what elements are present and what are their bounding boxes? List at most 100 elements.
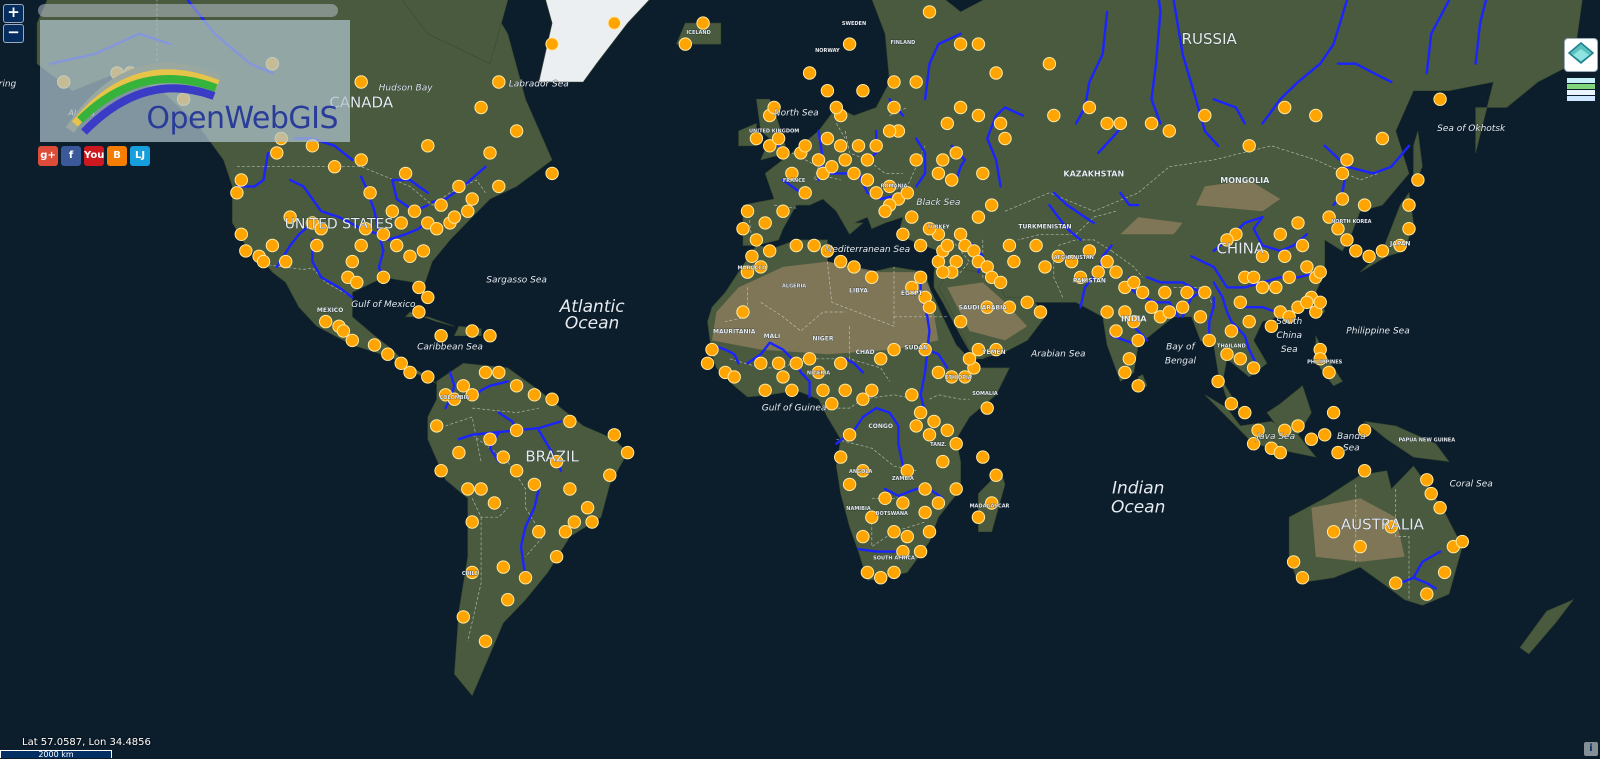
point-marker[interactable] [913,270,928,284]
point-marker[interactable] [1273,445,1288,460]
facebook-icon[interactable]: f [61,146,81,166]
point-marker[interactable] [545,37,559,51]
point-marker[interactable] [842,477,857,492]
point-marker[interactable] [270,146,284,160]
zoom-out-button[interactable]: − [3,24,24,43]
point-marker[interactable] [492,179,506,194]
point-marker[interactable] [381,347,395,361]
point-marker[interactable] [816,383,830,397]
point-marker[interactable] [1273,227,1288,242]
point-marker[interactable] [802,352,817,366]
point-marker[interactable] [1100,254,1114,269]
point-marker[interactable] [1002,238,1017,253]
point-marker[interactable] [834,254,848,269]
point-marker[interactable] [421,290,435,305]
point-marker[interactable] [820,131,835,146]
point-marker[interactable] [1135,285,1150,300]
point-marker[interactable] [758,216,772,230]
point-marker[interactable] [811,153,826,167]
point-marker[interactable] [1162,305,1177,319]
point-marker[interactable] [1340,233,1354,247]
point-marker[interactable] [851,139,866,153]
point-marker[interactable] [776,146,790,160]
point-marker[interactable] [1402,222,1416,236]
point-marker[interactable] [856,84,870,98]
point-marker[interactable] [936,153,950,167]
point-marker[interactable] [993,275,1008,290]
point-marker[interactable] [487,496,502,510]
point-marker[interactable] [860,565,875,580]
point-marker[interactable] [909,75,923,89]
zoom-in-button[interactable]: + [3,4,24,23]
point-marker[interactable] [918,505,932,520]
point-marker[interactable] [532,525,546,539]
point-marker[interactable] [927,414,941,429]
point-marker[interactable] [527,388,542,402]
point-marker[interactable] [971,37,986,51]
point-marker[interactable] [563,482,577,496]
point-marker[interactable] [1238,405,1252,420]
point-marker[interactable] [922,5,937,19]
point-marker[interactable] [394,216,408,230]
point-marker[interactable] [842,428,857,442]
point-marker[interactable] [620,445,635,460]
point-marker[interactable] [878,204,892,218]
point-marker[interactable] [367,338,382,352]
point-marker[interactable] [838,383,852,397]
point-marker[interactable] [492,75,506,89]
point-marker[interactable] [385,204,399,218]
point-marker[interactable] [461,482,475,496]
point-marker[interactable] [421,370,435,384]
point-marker[interactable] [798,139,812,153]
point-marker[interactable] [847,166,861,181]
point-marker[interactable] [1220,347,1234,361]
point-marker[interactable] [909,153,923,167]
point-marker[interactable] [789,356,803,370]
point-marker[interactable] [953,314,968,329]
point-marker[interactable] [1282,270,1296,284]
point-marker[interactable] [549,550,564,564]
point-marker[interactable] [327,160,342,174]
point-marker[interactable] [1340,153,1354,167]
point-marker[interactable] [465,515,479,529]
point-marker[interactable] [1242,314,1256,329]
point-marker[interactable] [447,210,462,224]
point-marker[interactable] [1224,324,1239,338]
point-marker[interactable] [1113,116,1128,131]
point-marker[interactable] [434,329,448,343]
point-marker[interactable] [727,370,741,384]
point-marker[interactable] [869,139,883,153]
point-marker[interactable] [949,437,963,451]
point-marker[interactable] [940,423,954,437]
point-marker[interactable] [345,254,359,269]
point-marker[interactable] [1295,238,1310,253]
point-marker[interactable] [607,428,621,442]
point-marker[interactable] [913,544,928,559]
point-marker[interactable] [860,173,875,187]
point-marker[interactable] [1042,57,1057,71]
point-marker[interactable] [1300,260,1314,274]
point-marker[interactable] [1313,295,1327,309]
point-marker[interactable] [483,146,497,160]
point-marker[interactable] [580,501,595,515]
point-marker[interactable] [496,450,510,464]
point-marker[interactable] [1242,139,1256,153]
point-marker[interactable] [1131,333,1145,348]
point-marker[interactable] [585,515,599,529]
point-marker[interactable] [1224,397,1239,411]
youtube-icon[interactable]: You [84,146,104,166]
point-marker[interactable] [953,100,968,115]
point-marker[interactable] [239,244,253,258]
point-marker[interactable] [474,100,488,115]
point-marker[interactable] [971,108,986,123]
point-marker[interactable] [834,450,848,464]
point-marker[interactable] [1246,270,1261,284]
point-marker[interactable] [834,356,848,370]
point-marker[interactable] [1193,310,1208,324]
point-marker[interactable] [887,565,901,580]
point-marker[interactable] [989,468,1003,482]
point-marker[interactable] [1278,100,1292,115]
point-marker[interactable] [865,270,879,284]
point-marker[interactable] [696,16,710,30]
point-marker[interactable] [1109,265,1123,279]
